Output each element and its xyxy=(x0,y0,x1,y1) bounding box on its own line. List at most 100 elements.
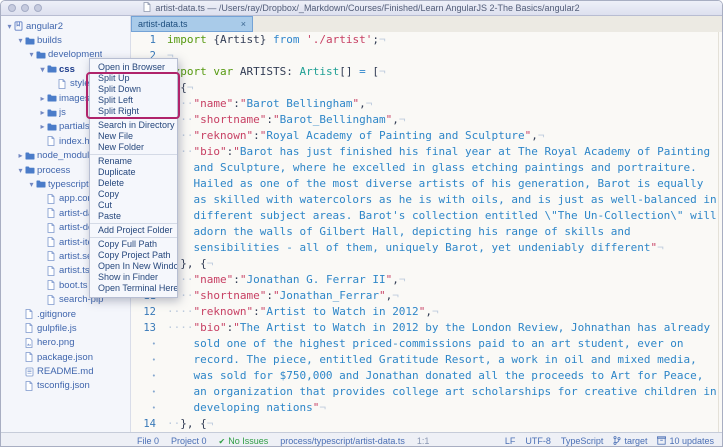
menu-item-paste[interactable]: Paste xyxy=(90,211,177,222)
tree-item-gulpfile-js[interactable]: gulpfile.js xyxy=(1,321,130,335)
tree-item-angular2[interactable]: ▾ angular2 xyxy=(1,19,130,33)
code-line[interactable]: 13 ····"bio":"The Artist to Watch in 2012… xyxy=(131,320,722,336)
tree-item-gitignore[interactable]: .gitignore xyxy=(1,307,130,321)
file-icon xyxy=(47,251,59,262)
status-10-updates[interactable]: 10 updates xyxy=(657,435,714,446)
code-line[interactable]: •Hailed as one of the most diverse artis… xyxy=(131,176,722,192)
code-line[interactable]: 11····"shortname":"Jonathan_Ferrar",¬ xyxy=(131,288,722,304)
close-window-button[interactable] xyxy=(8,4,16,12)
code-line[interactable]: 3export var ARTISTS: Artist[] = [¬ xyxy=(131,64,722,80)
menu-item-split-right[interactable]: Split Right xyxy=(90,106,177,117)
status-utf-8[interactable]: UTF-8 xyxy=(525,436,551,446)
tree-item-builds[interactable]: ▾ builds xyxy=(1,33,130,47)
window-title-text: artist-data.ts — /Users/ray/Dropbox/_Mar… xyxy=(155,3,580,13)
code-line-text: ····"name":"Jonathan G. Ferrar II",¬ xyxy=(163,272,405,288)
tab-artist-data-ts[interactable]: artist-data.ts × xyxy=(131,16,253,32)
code-line[interactable]: • developing nations"¬ xyxy=(131,400,722,416)
menu-item-open-in-browser[interactable]: Open in Browser xyxy=(90,62,177,73)
status-process-typescript-artist-data-ts[interactable]: process/typescript/artist-data.ts xyxy=(280,436,405,446)
status-label: UTF-8 xyxy=(525,436,551,446)
code-line[interactable]: 5····"name":"Barot Bellingham",¬ xyxy=(131,96,722,112)
document-proxy-icon xyxy=(143,2,151,14)
code-line[interactable]: •as skilled with watercolors as he is wi… xyxy=(131,192,722,208)
menu-item-copy[interactable]: Copy xyxy=(90,189,177,200)
code-editor[interactable]: 1import {Artist} from './artist';¬2¬3exp… xyxy=(131,32,722,432)
code-line[interactable]: •adorn the walls of Gilbert Hall, depict… xyxy=(131,224,722,240)
code-line[interactable]: 2 ¬ xyxy=(131,48,722,64)
tree-item-readme-md[interactable]: README.md xyxy=(1,364,130,378)
code-line[interactable]: 6····"shortname":"Barot_Bellingham",¬ xyxy=(131,112,722,128)
menu-item-split-up[interactable]: Split Up xyxy=(90,73,177,84)
tab-close-icon[interactable]: × xyxy=(241,19,246,29)
tree-item-hero-png[interactable]: hero.png xyxy=(1,336,130,350)
status-file-0[interactable]: File 0 xyxy=(137,436,159,446)
code-line[interactable]: 7····"reknown":"Royal Academy of Paintin… xyxy=(131,128,722,144)
file-icon xyxy=(58,78,70,89)
code-line[interactable]: • sold one of the highest priced-commissi… xyxy=(131,336,722,352)
status-bar: File 0 Project 0 ✔ No Issues process/typescr… xyxy=(1,432,722,446)
menu-item-new-file[interactable]: New File xyxy=(90,131,177,142)
tree-item-tsconfig-json[interactable]: tsconfig.json xyxy=(1,379,130,393)
code-token: [ xyxy=(365,65,379,78)
zoom-window-button[interactable] xyxy=(34,4,42,12)
code-line[interactable]: 12 ····"reknown":"Artist to Watch in 2012… xyxy=(131,304,722,320)
code-line[interactable]: 1 import {Artist} from './artist';¬ xyxy=(131,32,722,48)
code-line[interactable]: • an organization that provides college a… xyxy=(131,384,722,400)
tree-item-package-json[interactable]: package.json xyxy=(1,350,130,364)
tree-item-label: tsconfig.json xyxy=(37,380,90,392)
menu-item-delete[interactable]: Delete xyxy=(90,178,177,189)
code-line[interactable]: •different subject areas. Barot's collec… xyxy=(131,208,722,224)
status-project-0[interactable]: Project 0 xyxy=(171,436,207,446)
chevron-down-icon[interactable]: ▾ xyxy=(5,22,14,31)
chevron-down-icon[interactable]: ▾ xyxy=(27,180,36,189)
code-token: " xyxy=(272,289,280,302)
code-token: ···· xyxy=(167,321,194,334)
status-no-issues[interactable]: ✔ No Issues xyxy=(219,436,269,446)
folder-icon xyxy=(25,152,37,160)
code-line[interactable]: • was sold for $750,000 and Jonathan dona… xyxy=(131,368,722,384)
chevron-right-icon[interactable]: ▸ xyxy=(38,108,47,117)
menu-item-split-down[interactable]: Split Down xyxy=(90,84,177,95)
status-lf[interactable]: LF xyxy=(505,436,516,446)
chevron-right-icon[interactable]: ▸ xyxy=(38,94,47,103)
code-token: Jonathan G. Ferrar II xyxy=(246,273,386,286)
code-line[interactable]: •sensibilities - all of them, uniquely B… xyxy=(131,240,722,256)
chevron-down-icon[interactable]: ▾ xyxy=(16,36,25,45)
status-1-1[interactable]: 1:1 xyxy=(417,436,430,446)
minimize-window-button[interactable] xyxy=(21,4,29,12)
chevron-right-icon[interactable]: ▸ xyxy=(16,151,25,160)
code-line[interactable]: 8····"bio":"Barot has just finished his … xyxy=(131,144,722,160)
chevron-down-icon[interactable]: ▾ xyxy=(16,166,25,175)
code-line[interactable]: • record. The piece, entitled Gratitude R… xyxy=(131,352,722,368)
status-target[interactable]: target xyxy=(613,435,647,446)
menu-item-rename[interactable]: Rename xyxy=(90,156,177,167)
menu-group: Search in Directory New File New Folder xyxy=(90,118,177,153)
code-line-text: ····"reknown":"Artist to Watch in 2012",… xyxy=(163,304,439,320)
chevron-right-icon[interactable]: ▸ xyxy=(38,122,47,131)
menu-item-open-terminal-here[interactable]: Open Terminal Here xyxy=(90,283,177,294)
menu-item-add-project-folder[interactable]: Add Project Folder xyxy=(90,225,177,236)
menu-item-copy-full-path[interactable]: Copy Full Path xyxy=(90,239,177,250)
file-icon xyxy=(47,237,59,247)
menu-item-duplicate[interactable]: Duplicate xyxy=(90,167,177,178)
menu-item-copy-project-path[interactable]: Copy Project Path xyxy=(90,250,177,261)
chevron-down-icon[interactable]: ▾ xyxy=(27,50,36,59)
menu-item-open-in-new-window[interactable]: Open In New Window xyxy=(90,261,177,272)
code-line[interactable]: •and Sculpture, where he excelled in gla… xyxy=(131,160,722,176)
code-line[interactable]: 4··{¬ xyxy=(131,80,722,96)
code-token: record. The piece, entitled Gratitude Re… xyxy=(193,353,697,366)
menu-item-search-in-directory[interactable]: Search in Directory xyxy=(90,120,177,131)
menu-item-show-in-finder[interactable]: Show in Finder xyxy=(90,272,177,283)
code-line[interactable]: 14 ··}, {¬ xyxy=(131,416,722,432)
code-line[interactable]: 9··}, {¬ xyxy=(131,256,722,272)
code-token: " xyxy=(272,113,280,126)
menu-item-split-left[interactable]: Split Left xyxy=(90,95,177,106)
menu-item-new-folder[interactable]: New Folder xyxy=(90,142,177,153)
status-typescript[interactable]: TypeScript xyxy=(561,436,604,446)
menu-item-cut[interactable]: Cut xyxy=(90,200,177,211)
code-token: "reknown" xyxy=(193,305,254,318)
code-token: Royal Academy of Painting and Sculpture xyxy=(266,129,525,142)
code-token: sensibilities - all of them, uniquely Ba… xyxy=(193,241,651,254)
code-line[interactable]: 10····"name":"Jonathan G. Ferrar II",¬ xyxy=(131,272,722,288)
chevron-down-icon[interactable]: ▾ xyxy=(38,65,47,74)
